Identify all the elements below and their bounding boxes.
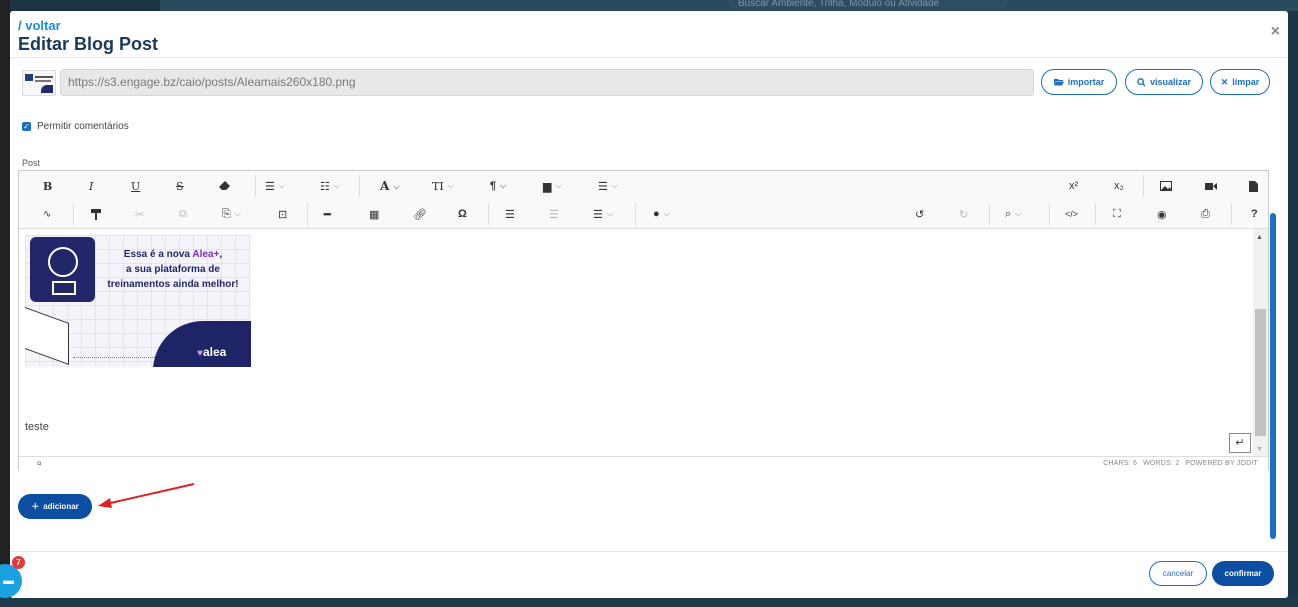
paste-icon[interactable]: ⎘ ⌵ (222, 205, 241, 223)
modal-header: / voltar Editar Blog Post × (10, 11, 1288, 58)
subscript-button[interactable]: x₂ (1114, 177, 1124, 195)
color-drop-icon[interactable]: ● ⌵ (653, 205, 670, 223)
return-icon[interactable]: ↵ (1229, 433, 1251, 453)
background-left-strip (0, 0, 10, 607)
fullscreen-icon[interactable]: ⛶ (1113, 205, 1121, 223)
align-icon[interactable]: ☰ ⌵ (593, 205, 613, 223)
allow-comments-label: Permitir comentários (37, 121, 129, 132)
format-painter-icon[interactable] (91, 205, 101, 223)
paragraph-button[interactable]: ¶ ⌵ (490, 177, 506, 195)
word-count: WORDS: 2 (1143, 460, 1180, 467)
clear-button-label: limpar (1232, 77, 1260, 87)
editor-statusbar: ¤ CHARS: 6 WORDS: 2 POWERED BY JODIT (19, 456, 1268, 470)
banner-text: Essa é a nova Alea+, a sua plataforma de… (107, 249, 239, 290)
editor-toolbar: B I U S ☰ ⌵ ☷ ⌵ A ⌵ TI ⌵ ¶ ⌵ ▆ ⌵ ☰ ⌵ x² x₂ (19, 171, 1268, 229)
outdent-icon[interactable]: ☰ (549, 205, 559, 223)
background-search-input: Buscar Ambiente, Trilha, Módulo ou Ativi… (728, 0, 1008, 10)
editor-text: teste (25, 421, 49, 433)
back-link[interactable]: / voltar (18, 18, 61, 33)
file-icon[interactable] (1249, 177, 1258, 195)
alea-logo: ♥alea (197, 345, 227, 359)
modal-footer: cancelar confirmar (10, 551, 1288, 598)
image-icon[interactable] (1160, 177, 1172, 195)
post-label: Post (22, 158, 41, 168)
brush-icon[interactable]: ∿ (43, 205, 51, 223)
clear-button[interactable]: ✕ limpar (1210, 69, 1270, 95)
eraser-icon[interactable] (219, 177, 231, 195)
table-icon[interactable]: ▦ (369, 205, 379, 223)
horizontal-rule-icon[interactable]: ━ (324, 205, 331, 223)
plus-icon: ＋ (31, 502, 40, 511)
confirm-button[interactable]: confirmar (1212, 561, 1274, 586)
import-button[interactable]: importar (1041, 69, 1117, 95)
allow-comments-checkbox[interactable]: ✓ (22, 122, 31, 131)
notification-badge: 7 (12, 556, 25, 569)
red-arrow-annotation (98, 483, 195, 508)
italic-button[interactable]: I (89, 177, 93, 195)
classes-icon[interactable]: ▆ ⌵ (543, 177, 562, 195)
bullet-list-icon[interactable]: ☰ ⌵ (265, 177, 285, 195)
cancel-button[interactable]: cancelar (1149, 561, 1207, 586)
font-size-button[interactable]: TI ⌵ (432, 177, 454, 195)
strikethrough-button[interactable]: S (176, 177, 184, 195)
indent-icon[interactable]: ☰ (505, 205, 515, 223)
special-char-button[interactable]: Ω (458, 205, 467, 223)
preview-button-label: visualizar (1149, 77, 1192, 87)
line-height-icon[interactable]: ☰ ⌵ (598, 177, 618, 195)
rich-text-editor: B I U S ☰ ⌵ ☷ ⌵ A ⌵ TI ⌵ ¶ ⌵ ▆ ⌵ ☰ ⌵ x² x₂ (18, 170, 1269, 470)
page-title: Editar Blog Post (18, 34, 159, 54)
video-icon[interactable] (1205, 177, 1217, 195)
editor-content[interactable]: Essa é a nova Alea+, a sua plataforma de… (19, 229, 1253, 456)
font-size-label: TI (432, 179, 444, 193)
add-button-label: adicionar (43, 502, 79, 511)
font-button-label: A (380, 179, 390, 193)
undo-icon[interactable]: ↺ (915, 205, 924, 223)
help-button[interactable]: ? (1251, 205, 1258, 223)
underline-button[interactable]: U (131, 177, 140, 195)
allow-comments-row: ✓ Permitir comentários (22, 121, 129, 132)
powered-by[interactable]: POWERED BY JODIT (1185, 460, 1258, 467)
numbered-list-icon[interactable]: ☷ ⌵ (320, 177, 340, 195)
search-icon (1137, 77, 1146, 87)
image-url-field[interactable]: https://s3.engage.bz/caio/posts/Aleamais… (60, 69, 1034, 96)
image-thumbnail (22, 70, 56, 96)
preview-button[interactable]: visualizar (1125, 69, 1203, 95)
paragraph-label: ¶ (490, 180, 497, 192)
print-icon[interactable]: ⎙ (1201, 205, 1210, 223)
superscript-button[interactable]: x² (1069, 177, 1078, 195)
cut-icon[interactable]: ✂ (135, 205, 144, 223)
chat-icon: ▬ (3, 575, 14, 587)
edit-blog-post-modal: / voltar Editar Blog Post × https://s3.e… (10, 11, 1288, 598)
background-bottom-strip (0, 598, 1298, 607)
link-icon[interactable]: 🔗︎ (413, 205, 427, 223)
redo-icon[interactable]: ↻ (959, 205, 968, 223)
font-button[interactable]: A ⌵ (380, 177, 399, 195)
char-count: CHARS: 6 (1103, 460, 1138, 467)
copy-icon[interactable]: ⧉ (179, 205, 187, 223)
close-icon[interactable]: × (1271, 23, 1280, 41)
preview-eye-icon[interactable]: ◉ (1157, 205, 1167, 223)
find-icon[interactable]: ⌕ ⌵ (1005, 205, 1021, 223)
folder-open-icon (1053, 79, 1064, 86)
editor-scrollbar[interactable]: ▲ ▼ (1253, 229, 1268, 456)
alea-mascot-illustration (30, 237, 95, 302)
add-button[interactable]: ＋ adicionar (18, 494, 92, 519)
modal-scrollbar[interactable] (1270, 213, 1276, 539)
source-code-icon[interactable]: </> (1065, 205, 1078, 223)
close-icon: ✕ (1220, 76, 1229, 87)
import-button-label: importar (1067, 77, 1105, 87)
select-all-icon[interactable]: ⊡ (278, 205, 287, 223)
expand-icon[interactable]: ¤ (37, 459, 41, 468)
bold-button[interactable]: B (43, 177, 52, 195)
alea-banner-image: Essa é a nova Alea+, a sua plataforma de… (25, 235, 251, 367)
